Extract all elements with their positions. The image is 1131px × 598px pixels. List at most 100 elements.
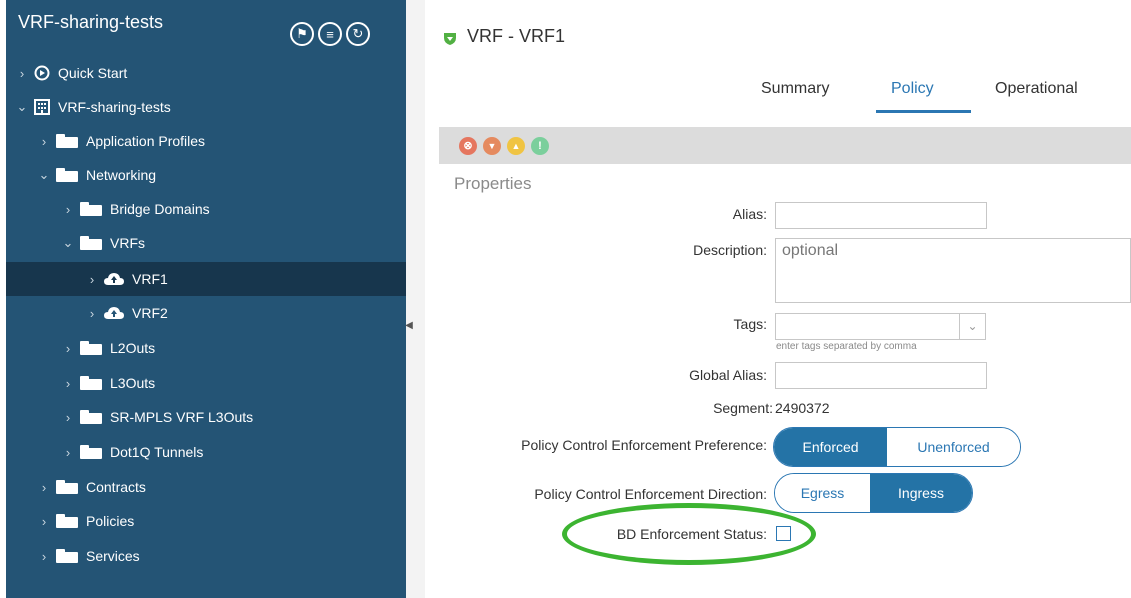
sidebar-item-label: VRFs [110,235,145,251]
sidebar-item-label: Bridge Domains [110,201,210,217]
sidebar-collapse-handle[interactable]: ◀ [404,300,414,350]
app-window: VRF-sharing-tests ⚑ ≡ ↻ › Quick Start ⌄ … [0,0,1131,598]
sidebar-item-quick-start[interactable]: › Quick Start [6,56,406,90]
chevron-right-icon: › [41,548,47,564]
sidebar-item-label: VRF2 [132,305,168,321]
warning-fault-icon[interactable]: ! [531,136,549,155]
folder-icon [80,202,102,216]
sidebar-item-label: SR-MPLS VRF L3Outs [110,409,254,425]
sidebar-item-vrf1[interactable]: › VRF1 [6,262,406,296]
sidebar-item-label: Networking [86,167,157,183]
active-tab-indicator [876,110,971,113]
ingress-option[interactable]: Ingress [870,474,972,512]
sidebar-item-networking[interactable]: ⌄ Networking [6,158,406,192]
sidebar-item-label: Application Profiles [86,133,206,149]
sidebar-item-dot1q-tunnels[interactable]: › Dot1Q Tunnels [6,435,406,469]
tags-hint: enter tags separated by comma [776,341,917,352]
sidebar-item-sr-mpls-vrf-l3outs[interactable]: › SR-MPLS VRF L3Outs [6,400,406,434]
enforcement-preference-label: Policy Control Enforcement Preference: [521,437,767,453]
sidebar-toolbar: ⚑ ≡ ↻ [290,22,370,46]
chevron-down-icon[interactable]: ⌄ [959,313,985,339]
cloud-icon [104,306,124,320]
chevron-right-icon: › [89,271,95,287]
enforcement-direction-label: Policy Control Enforcement Direction: [534,486,767,502]
chevron-right-icon: › [41,479,47,495]
folder-icon [56,168,78,182]
sidebar-item-services[interactable]: › Services [6,539,406,573]
cloud-icon [104,272,124,286]
sidebar-title: VRF-sharing-tests [18,12,164,32]
folder-icon [80,236,102,250]
chevron-right-icon: › [65,409,71,425]
flag-icon[interactable]: ⚑ [290,22,314,46]
tenant-icon [34,99,50,115]
major-fault-icon[interactable]: ▼ [483,136,501,155]
sidebar-item-vrf2[interactable]: › VRF2 [6,296,406,330]
refresh-icon[interactable]: ↻ [346,22,370,46]
sidebar-item-tenant[interactable]: ⌄ VRF-sharing-tests [6,90,406,124]
sidebar-item-contracts[interactable]: › Contracts [6,470,406,504]
main-panel: VRF - VRF1 Summary Policy Operational ⊗ … [425,0,1131,598]
sidebar-header: VRF-sharing-tests ⚑ ≡ ↻ [6,0,406,56]
folder-icon [80,376,102,390]
folder-icon [56,514,78,528]
chevron-right-icon: › [65,375,71,391]
sidebar-item-label: L2Outs [110,340,156,356]
sidebar-item-label: Policies [86,513,135,529]
chevron-right-icon: › [65,444,71,460]
sidebar-item-bridge-domains[interactable]: › Bridge Domains [6,192,406,226]
folder-icon [56,480,78,494]
sidebar-item-policies[interactable]: › Policies [6,504,406,538]
tab-operational[interactable]: Operational [995,80,1078,98]
folder-icon [80,410,102,424]
page-header: VRF - VRF1 [443,26,565,47]
folder-icon [56,549,78,563]
sidebar-gutter [406,0,425,598]
bd-enforcement-checkbox[interactable] [776,526,791,541]
chevron-right-icon: › [19,65,25,81]
navigation-sidebar: VRF-sharing-tests ⚑ ≡ ↻ › Quick Start ⌄ … [6,0,406,598]
vrf-shield-icon [443,30,457,45]
enforced-option[interactable]: Enforced [774,428,888,466]
description-textarea[interactable]: optional [775,238,1131,303]
bd-enforcement-label: BD Enforcement Status: [616,526,767,542]
global-alias-label: Global Alias: [689,367,767,383]
chevron-right-icon: › [65,340,71,356]
segment-label: Segment: [713,400,773,416]
chevron-down-icon: ⌄ [38,167,50,182]
sidebar-item-label: VRF-sharing-tests [58,99,171,115]
egress-option[interactable]: Egress [775,474,871,512]
sidebar-item-application-profiles[interactable]: › Application Profiles [6,124,406,158]
sidebar-item-vrfs[interactable]: ⌄ VRFs [6,226,406,260]
tab-policy[interactable]: Policy [891,80,934,98]
page-title: VRF - VRF1 [467,26,566,46]
tab-summary[interactable]: Summary [761,80,829,98]
folder-icon [80,445,102,459]
sidebar-item-l3outs[interactable]: › L3Outs [6,366,406,400]
folder-icon [80,341,102,355]
alias-label: Alias: [732,206,767,222]
chevron-right-icon: › [41,133,47,149]
unenforced-option[interactable]: Unenforced [887,428,1020,466]
sidebar-item-label: VRF1 [132,271,168,287]
tags-label: Tags: [733,316,767,332]
sidebar-item-l2outs[interactable]: › L2Outs [6,331,406,365]
play-icon [34,65,50,81]
critical-fault-icon[interactable]: ⊗ [459,136,477,155]
tags-input[interactable] [775,313,986,340]
chevron-right-icon: › [65,201,71,217]
chevron-down-icon: ⌄ [62,235,74,250]
alias-input[interactable] [775,202,987,229]
properties-heading: Properties [454,174,532,193]
sidebar-item-label: Dot1Q Tunnels [110,444,204,460]
chevron-right-icon: › [89,305,95,321]
enforcement-direction-toggle: Egress Ingress [774,473,973,513]
enforcement-preference-toggle: Enforced Unenforced [773,427,1021,467]
global-alias-input[interactable] [775,362,987,389]
list-icon[interactable]: ≡ [318,22,342,46]
chevron-right-icon: › [41,513,47,529]
minor-fault-icon[interactable]: ▲ [507,136,525,155]
chevron-down-icon: ⌄ [16,99,28,114]
sidebar-item-label: Services [86,548,140,564]
folder-icon [56,134,78,148]
